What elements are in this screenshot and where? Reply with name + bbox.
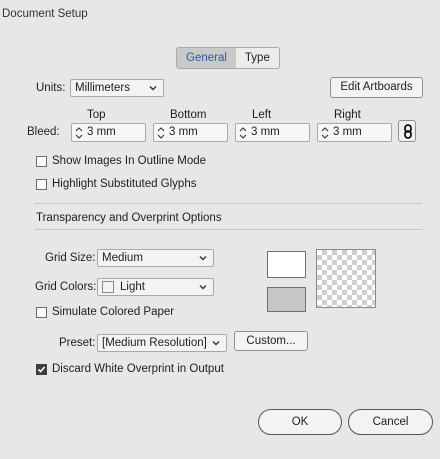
discard-white-checkbox[interactable] xyxy=(36,364,47,375)
grid-colors-select[interactable]: Light xyxy=(97,278,214,296)
section-divider xyxy=(35,203,423,204)
grid-size-value: Medium xyxy=(102,252,143,264)
units-value: Millimeters xyxy=(75,82,130,94)
grid-colors-label: Grid Colors: xyxy=(35,281,97,293)
spinner-arrows-icon xyxy=(75,127,83,139)
preset-select[interactable]: [Medium Resolution] xyxy=(97,334,227,352)
grid-color-dark-swatch[interactable] xyxy=(267,287,306,312)
discard-white-label: Discard White Overprint in Output xyxy=(52,363,224,375)
checkmark-icon xyxy=(37,366,46,373)
grid-color-swatch xyxy=(102,281,114,293)
chevron-down-icon xyxy=(149,86,157,91)
bleed-bottom-field[interactable]: 3 mm xyxy=(153,123,228,142)
bleed-bottom-value: 3 mm xyxy=(169,126,198,138)
bleed-top-field[interactable]: 3 mm xyxy=(71,123,146,142)
show-images-outline-checkbox[interactable] xyxy=(36,156,47,167)
bleed-right-field[interactable]: 3 mm xyxy=(317,123,392,142)
chevron-down-icon xyxy=(199,256,207,261)
bleed-left-value: 3 mm xyxy=(251,126,280,138)
link-bleed-button[interactable] xyxy=(398,120,416,142)
preset-value: [Medium Resolution] xyxy=(102,337,207,349)
units-select[interactable]: Millimeters xyxy=(70,79,164,97)
simulate-paper-checkbox[interactable] xyxy=(36,307,47,318)
bleed-bottom-header: Bottom xyxy=(170,109,207,121)
preset-label: Preset: xyxy=(59,337,96,349)
ok-button[interactable]: OK xyxy=(258,409,342,435)
transparency-grid-preview xyxy=(316,249,376,308)
transparency-section-title: Transparency and Overprint Options xyxy=(36,212,222,224)
edit-artboards-button[interactable]: Edit Artboards xyxy=(330,77,423,98)
highlight-glyphs-label: Highlight Substituted Glyphs xyxy=(52,178,197,190)
grid-colors-value: Light xyxy=(120,281,145,293)
chevron-down-icon xyxy=(199,285,207,290)
spinner-arrows-icon xyxy=(157,127,165,139)
bleed-top-header: Top xyxy=(87,109,106,121)
tab-bar: General Type xyxy=(176,47,280,69)
spinner-arrows-icon xyxy=(239,127,247,139)
bleed-right-header: Right xyxy=(334,109,361,121)
chevron-down-icon xyxy=(212,341,220,346)
cancel-button[interactable]: Cancel xyxy=(348,409,433,435)
spinner-arrows-icon xyxy=(321,127,329,139)
tab-type[interactable]: Type xyxy=(236,48,279,68)
grid-color-light-swatch[interactable] xyxy=(267,251,306,278)
window-title: Document Setup xyxy=(2,8,88,20)
bleed-right-value: 3 mm xyxy=(333,126,362,138)
chain-link-icon xyxy=(404,124,412,139)
simulate-paper-label: Simulate Colored Paper xyxy=(52,306,175,318)
bleed-left-header: Left xyxy=(252,109,272,121)
tab-general[interactable]: General xyxy=(177,48,236,68)
custom-button[interactable]: Custom... xyxy=(234,331,308,351)
units-label: Units: xyxy=(36,82,66,94)
grid-size-select[interactable]: Medium xyxy=(97,249,214,267)
section-divider xyxy=(35,229,423,230)
show-images-outline-label: Show Images In Outline Mode xyxy=(52,155,207,167)
bleed-left-field[interactable]: 3 mm xyxy=(235,123,310,142)
highlight-glyphs-checkbox[interactable] xyxy=(36,179,47,190)
bleed-label: Bleed: xyxy=(27,126,60,138)
bleed-top-value: 3 mm xyxy=(87,126,116,138)
grid-size-label: Grid Size: xyxy=(45,252,96,264)
